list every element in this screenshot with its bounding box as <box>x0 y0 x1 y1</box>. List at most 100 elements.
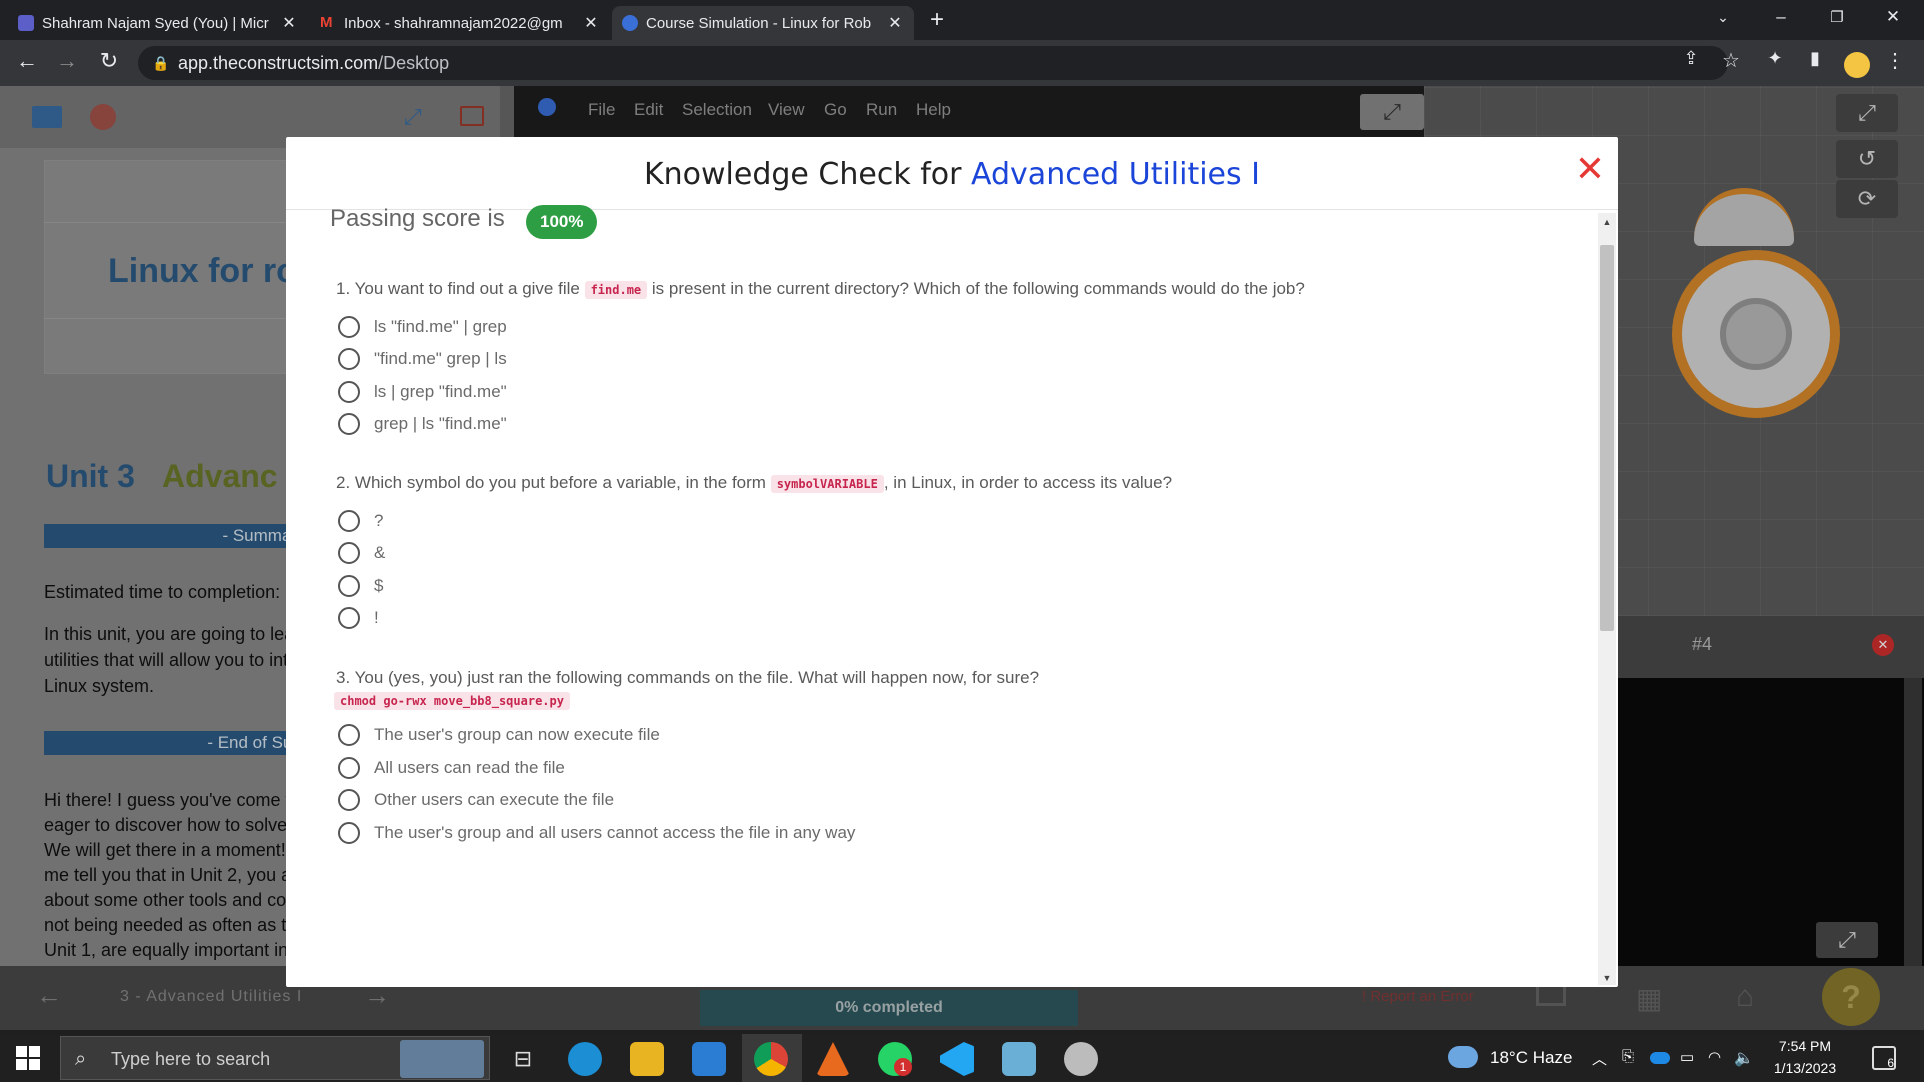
share-icon[interactable]: ⇪ <box>1676 48 1706 69</box>
radio-button[interactable] <box>338 510 360 532</box>
close-tab-icon[interactable]: ✕ <box>582 13 600 33</box>
option-label: ls "find.me" | grep <box>374 317 507 336</box>
teams-icon <box>18 15 34 31</box>
question-1-option-1[interactable]: ls "find.me" | grep <box>338 312 507 342</box>
radio-button[interactable] <box>338 757 360 779</box>
tab-title: Shahram Najam Syed (You) | Micr <box>42 14 269 32</box>
notepad-icon[interactable] <box>1002 1042 1036 1076</box>
option-label: The user's group can now execute file <box>374 725 660 744</box>
chrome-icon[interactable] <box>754 1042 788 1076</box>
close-tab-icon[interactable]: ✕ <box>886 13 904 33</box>
option-label: Other users can execute the file <box>374 790 615 809</box>
battery-icon[interactable]: ▭ <box>1680 1048 1694 1066</box>
close-window-button[interactable]: ✕ <box>1868 0 1918 34</box>
file-explorer-icon[interactable] <box>630 1042 664 1076</box>
question-2-option-1[interactable]: ? <box>338 506 383 536</box>
question-code: find.me <box>584 281 648 299</box>
radio-button[interactable] <box>338 607 360 629</box>
tab-teams[interactable]: Shahram Najam Syed (You) | Micr ✕ <box>8 6 308 40</box>
option-label: ? <box>374 511 384 530</box>
close-tab-icon[interactable]: ✕ <box>280 13 298 33</box>
question-2-text: 2. Which symbol do you put before a vari… <box>336 473 1172 493</box>
option-label: "find.me" grep | ls <box>374 349 507 368</box>
option-label: grep | ls "find.me" <box>374 414 507 433</box>
radio-button[interactable] <box>338 542 360 564</box>
question-1-option-2[interactable]: "find.me" grep | ls <box>338 344 507 374</box>
bookmark-star-icon[interactable]: ☆ <box>1716 48 1746 73</box>
question-2-option-4[interactable]: ! <box>338 603 379 633</box>
volume-icon[interactable]: 🔈 <box>1734 1048 1754 1068</box>
question-text: , in Linux, in order to access its value… <box>883 473 1173 492</box>
weather-icon[interactable] <box>1448 1046 1478 1068</box>
radio-button[interactable] <box>338 348 360 370</box>
question-3-option-2[interactable]: All users can read the file <box>338 753 565 783</box>
tab-title: Course Simulation - Linux for Rob <box>646 14 872 32</box>
whatsapp-badge: 1 <box>894 1058 912 1076</box>
clock-time[interactable]: 7:54 PM <box>1766 1038 1844 1054</box>
edge-icon[interactable] <box>568 1042 602 1076</box>
network-share-icon[interactable]: ⎘ <box>1622 1048 1634 1065</box>
radio-button[interactable] <box>338 822 360 844</box>
question-3-code-wrap: chmod go-rwx move_bb8_square.py <box>334 692 570 710</box>
extensions-icon[interactable]: ✦ <box>1760 48 1790 69</box>
side-panel-icon[interactable]: ▮ <box>1800 48 1830 69</box>
clock-date[interactable]: 1/13/2023 <box>1766 1060 1844 1076</box>
scroll-down-arrow-icon[interactable]: ▼ <box>1599 973 1615 983</box>
radio-button[interactable] <box>338 724 360 746</box>
show-hidden-icons-chevron-icon[interactable]: ︿ <box>1592 1048 1607 1069</box>
question-text: is present in the current directory? Whi… <box>651 279 1305 298</box>
question-text: 2. Which symbol do you put before a vari… <box>336 473 766 492</box>
weather-text[interactable]: 18°C Haze <box>1490 1048 1572 1068</box>
search-highlight-image <box>400 1040 484 1078</box>
radio-button[interactable] <box>338 381 360 403</box>
tab-course-simulation[interactable]: Course Simulation - Linux for Rob ✕ <box>612 6 914 40</box>
option-label: $ <box>374 576 384 595</box>
modal-scrollbar-thumb[interactable] <box>1600 245 1614 631</box>
radio-button[interactable] <box>338 789 360 811</box>
question-3-option-3[interactable]: Other users can execute the file <box>338 785 614 815</box>
restore-button[interactable]: ❐ <box>1812 0 1862 34</box>
close-modal-icon[interactable]: ✕ <box>1572 151 1608 187</box>
forward-icon[interactable]: → <box>52 48 82 74</box>
lock-icon: 🔒 <box>152 55 170 71</box>
knowledge-check-modal: Knowledge Check for Advanced Utilities I… <box>286 137 1618 987</box>
tab-gmail[interactable]: M Inbox - shahramnajam2022@gm ✕ <box>310 6 610 40</box>
gmail-icon: M <box>320 14 333 31</box>
new-tab-button[interactable]: + <box>922 6 952 36</box>
question-3-option-1[interactable]: The user's group can now execute file <box>338 720 660 750</box>
radio-button[interactable] <box>338 575 360 597</box>
profile-avatar[interactable] <box>1844 52 1870 78</box>
tab-search-icon[interactable]: ⌄ <box>1698 0 1748 34</box>
modal-title: Knowledge Check for Advanced Utilities I <box>286 157 1618 192</box>
passing-score-label: Passing score is <box>330 205 505 232</box>
paint-icon[interactable] <box>1064 1042 1098 1076</box>
question-2-option-3[interactable]: $ <box>338 571 383 601</box>
question-2-option-2[interactable]: & <box>338 538 385 568</box>
onedrive-icon[interactable] <box>1650 1052 1670 1064</box>
theconstruct-icon <box>622 15 638 31</box>
mail-icon[interactable] <box>692 1042 726 1076</box>
search-placeholder: Type here to search <box>111 1049 271 1069</box>
browser-menu-icon[interactable]: ⋮ <box>1880 48 1910 73</box>
task-view-icon[interactable]: ⊟ <box>506 1042 540 1076</box>
radio-button[interactable] <box>338 413 360 435</box>
notification-center-icon[interactable]: 6 <box>1872 1046 1896 1070</box>
windows-start-icon[interactable] <box>16 1046 40 1070</box>
question-code: chmod go-rwx move_bb8_square.py <box>334 692 570 710</box>
minimize-button[interactable]: – <box>1756 0 1806 34</box>
scroll-up-arrow-icon[interactable]: ▲ <box>1599 217 1615 227</box>
option-label: ls | grep "find.me" <box>374 382 507 401</box>
question-1-text: 1. You want to find out a give file find… <box>336 279 1305 299</box>
back-icon[interactable]: ← <box>12 48 42 74</box>
radio-button[interactable] <box>338 316 360 338</box>
question-3-option-4[interactable]: The user's group and all users cannot ac… <box>338 818 855 848</box>
option-label: & <box>374 543 386 562</box>
question-text: 1. You want to find out a give file <box>336 279 580 298</box>
modal-title-prefix: Knowledge Check for <box>643 157 972 192</box>
modal-title-accent: Advanced Utilities I <box>971 157 1261 192</box>
question-1-option-4[interactable]: grep | ls "find.me" <box>338 409 507 439</box>
question-1-option-3[interactable]: ls | grep "find.me" <box>338 377 507 407</box>
reload-icon[interactable]: ↻ <box>94 48 124 74</box>
address-bar[interactable]: 🔒 app.theconstructsim.com/Desktop <box>138 46 1728 80</box>
wifi-icon[interactable]: ◠ <box>1708 1048 1721 1066</box>
